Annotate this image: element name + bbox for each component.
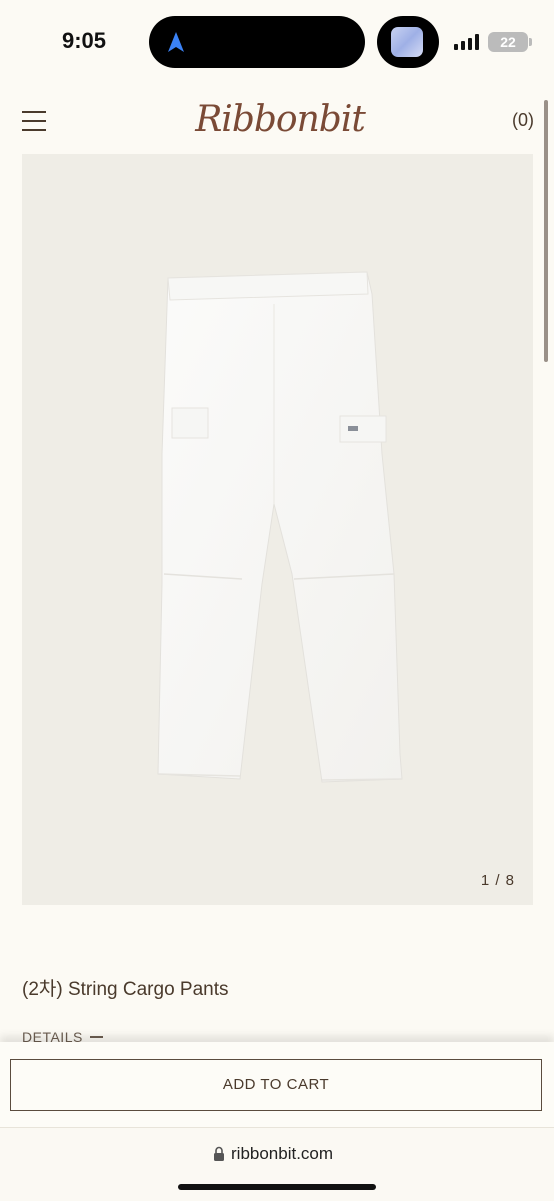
- scroll-indicator: [544, 100, 548, 362]
- signal-icon: [454, 34, 482, 50]
- home-indicator[interactable]: [178, 1184, 376, 1190]
- brand-logo[interactable]: Ribbonbit: [180, 92, 380, 148]
- menu-icon[interactable]: [22, 111, 46, 131]
- product-title: (2차) String Cargo Pants: [22, 979, 229, 1000]
- battery-icon: 22: [488, 32, 528, 52]
- cart-count[interactable]: (0): [512, 110, 534, 131]
- add-to-cart-button[interactable]: ADD TO CART: [10, 1059, 542, 1111]
- product-gallery[interactable]: 1 / 8: [22, 154, 533, 905]
- url-text[interactable]: ribbonbit.com: [231, 1144, 333, 1164]
- battery-cap: [529, 38, 532, 46]
- status-bar: 9:05 22: [0, 0, 554, 84]
- live-activity-thumbnail: [391, 27, 423, 57]
- gallery-counter: 1 / 8: [480, 872, 515, 889]
- product-image: [157, 271, 403, 783]
- navigation-arrow-icon: [168, 32, 184, 52]
- status-time: 9:05: [62, 28, 107, 53]
- minus-icon[interactable]: [90, 1036, 103, 1038]
- lock-icon: [214, 1146, 224, 1161]
